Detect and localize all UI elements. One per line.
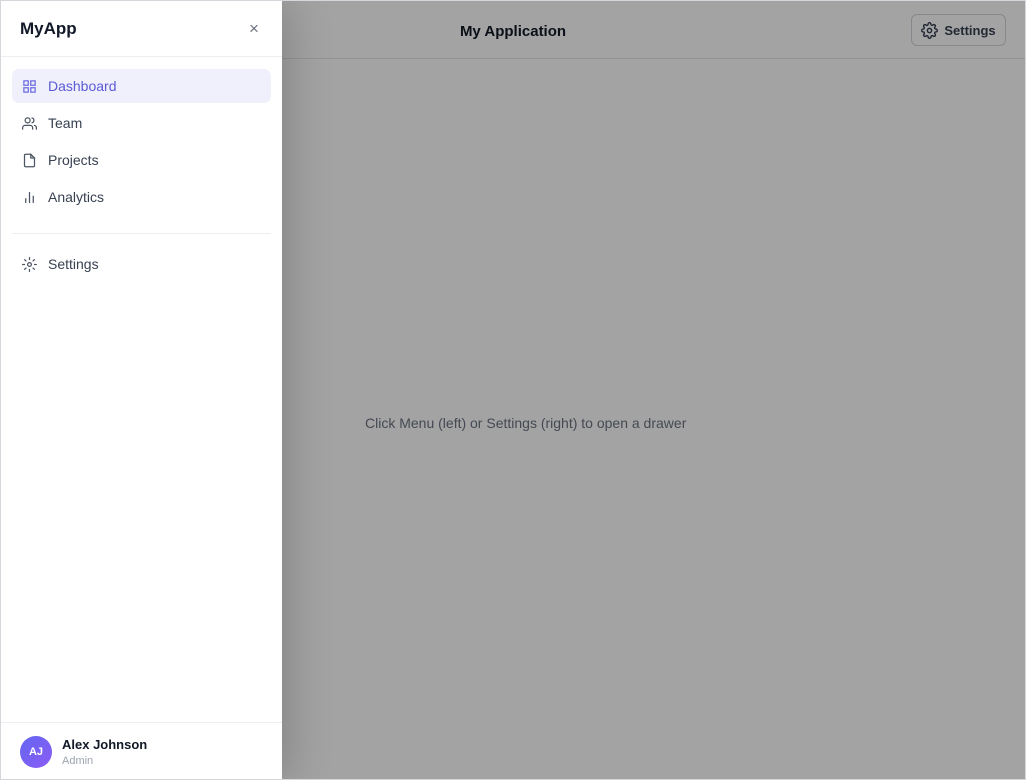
close-drawer-button[interactable]: ×	[244, 19, 264, 39]
drawer-secondary-nav: Settings	[1, 247, 282, 284]
user-info: Alex Johnson Admin	[62, 737, 147, 767]
nav-item-dashboard[interactable]: Dashboard	[12, 69, 271, 103]
avatar: AJ	[20, 736, 52, 768]
file-icon	[22, 153, 37, 168]
drawer-header: MyApp ×	[1, 1, 282, 57]
bar-chart-icon	[22, 190, 37, 205]
drawer-nav: Dashboard Team Projects Analytics	[1, 57, 282, 217]
nav-item-label: Team	[48, 115, 83, 131]
drawer-brand: MyApp	[20, 18, 77, 38]
nav-item-projects[interactable]: Projects	[12, 143, 271, 177]
nav-item-label: Analytics	[48, 189, 105, 205]
nav-item-analytics[interactable]: Analytics	[12, 180, 271, 214]
user-name: Alex Johnson	[62, 737, 148, 752]
nav-item-label: Projects	[48, 152, 99, 168]
nav-item-team[interactable]: Team	[12, 106, 271, 140]
sun-gear-icon	[22, 256, 37, 272]
nav-divider	[12, 233, 271, 234]
nav-item-label: Dashboard	[48, 78, 117, 94]
close-icon: ×	[249, 19, 259, 38]
user-role: Admin	[62, 755, 94, 767]
users-icon	[22, 116, 37, 131]
app-window: My Application Settings Click Menu (left…	[0, 0, 1026, 780]
nav-item-settings[interactable]: Settings	[12, 247, 271, 281]
grid-icon	[22, 79, 37, 94]
left-drawer: MyApp × Dashboard Team Projects Analytic…	[1, 1, 282, 779]
nav-item-label: Settings	[48, 256, 99, 272]
user-profile[interactable]: AJ Alex Johnson Admin	[1, 722, 282, 779]
